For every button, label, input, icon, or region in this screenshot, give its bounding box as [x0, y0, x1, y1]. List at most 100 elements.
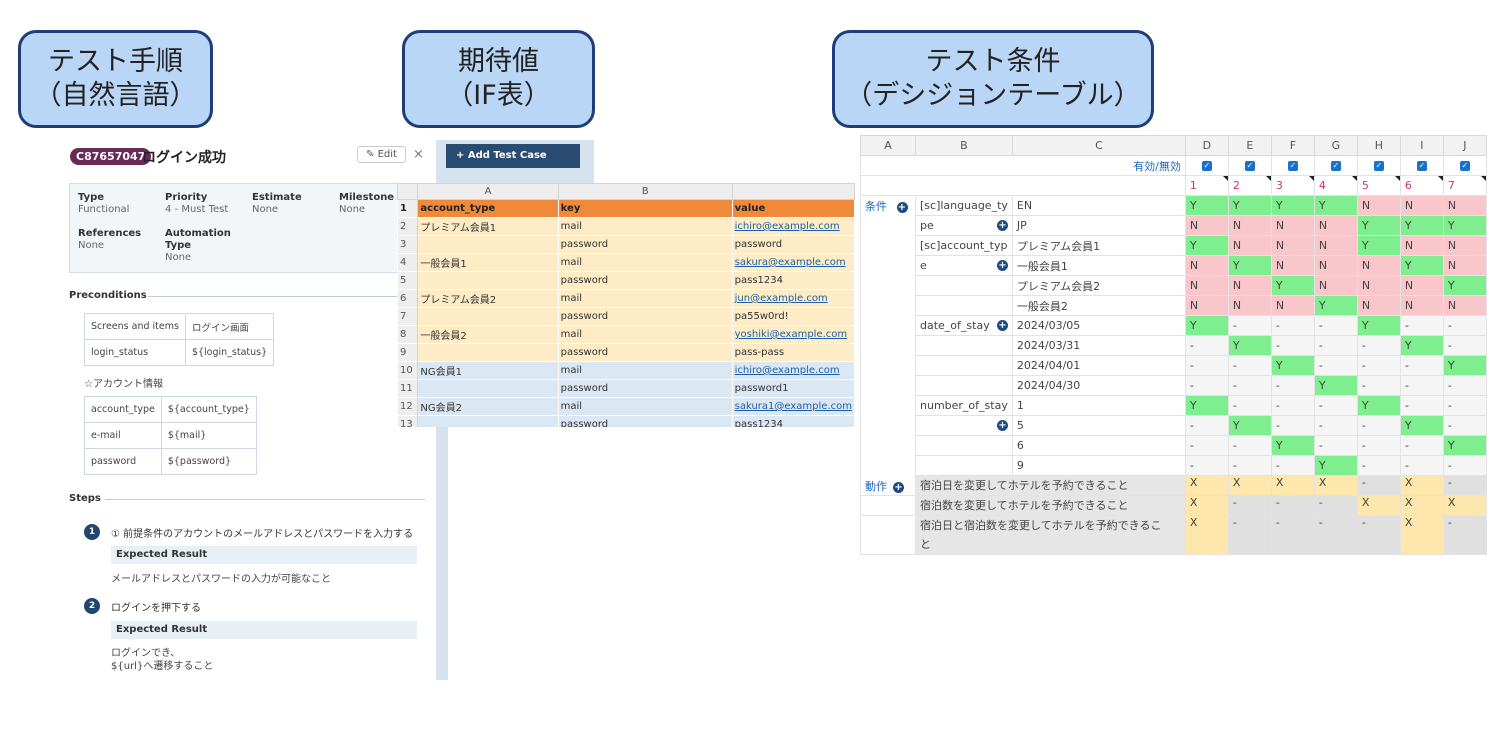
condition-name-cell[interactable]	[915, 435, 1013, 456]
decision-cell[interactable]: -	[1184, 415, 1229, 436]
action-cell[interactable]: X	[1442, 495, 1487, 516]
decision-cell[interactable]: -	[1356, 335, 1401, 356]
edit-button[interactable]: ✎ Edit	[357, 146, 406, 163]
value-cell[interactable]: pass1234	[732, 415, 855, 427]
condition-value[interactable]: プレミアム会員1	[1011, 235, 1186, 256]
decision-cell[interactable]: -	[1442, 375, 1487, 396]
case-number[interactable]: 1	[1184, 175, 1229, 196]
action-cell[interactable]: X	[1270, 475, 1315, 496]
decision-cell[interactable]: -	[1184, 435, 1229, 456]
decision-cell[interactable]: Y	[1356, 395, 1401, 416]
decision-cell[interactable]: N	[1313, 255, 1358, 276]
email-link[interactable]: sakura1@example.com	[735, 401, 852, 412]
decision-cell[interactable]: -	[1399, 455, 1444, 476]
column-header[interactable]: F	[1270, 135, 1315, 156]
column-header[interactable]: A	[860, 135, 916, 156]
key-cell[interactable]: password	[558, 307, 733, 326]
checkbox-checked-icon[interactable]: ✓	[1416, 161, 1427, 171]
column-header[interactable]: I	[1399, 135, 1444, 156]
decision-cell[interactable]: N	[1313, 215, 1358, 236]
decision-cell[interactable]: -	[1227, 455, 1272, 476]
account-type-cell[interactable]	[417, 235, 559, 254]
decision-cell[interactable]: N	[1442, 235, 1487, 256]
key-cell[interactable]: mail	[558, 397, 733, 416]
decision-cell[interactable]: N	[1442, 295, 1487, 316]
decision-cell[interactable]: Y	[1184, 195, 1229, 216]
value-cell[interactable]: pass-pass	[732, 343, 855, 362]
column-header[interactable]: H	[1356, 135, 1401, 156]
condition-name-cell[interactable]: date_of_stay +	[915, 315, 1013, 336]
condition-value[interactable]: 5	[1011, 415, 1186, 436]
decision-cell[interactable]: N	[1184, 275, 1229, 296]
decision-cell[interactable]: -	[1313, 415, 1358, 436]
email-link[interactable]: ichiro@example.com	[735, 365, 840, 376]
decision-cell[interactable]: -	[1184, 355, 1229, 376]
value-cell[interactable]: password	[732, 235, 855, 254]
case-number[interactable]: 7	[1442, 175, 1487, 196]
decision-cell[interactable]: -	[1399, 375, 1444, 396]
enable-checkbox-cell[interactable]: ✓	[1313, 155, 1358, 176]
column-header[interactable]: J	[1442, 135, 1487, 156]
key-cell[interactable]: mail	[558, 325, 733, 344]
email-link[interactable]: sakura@example.com	[735, 257, 846, 268]
decision-cell[interactable]: N	[1270, 255, 1315, 276]
condition-value[interactable]: 2024/04/30	[1011, 375, 1186, 396]
action-cell[interactable]: -	[1270, 515, 1315, 555]
decision-cell[interactable]: -	[1227, 375, 1272, 396]
account-type-cell[interactable]	[417, 271, 559, 290]
condition-name-cell[interactable]: e +	[915, 255, 1013, 276]
account-type-cell[interactable]: プレミアム会員2	[417, 289, 559, 308]
decision-cell[interactable]: Y	[1184, 395, 1229, 416]
close-icon[interactable]: ×	[413, 147, 424, 162]
decision-cell[interactable]: N	[1184, 215, 1229, 236]
value-cell[interactable]: ichiro@example.com	[732, 217, 855, 236]
decision-cell[interactable]: N	[1356, 275, 1401, 296]
corner-cell[interactable]	[397, 183, 419, 200]
action-cell[interactable]: -	[1227, 495, 1272, 516]
decision-cell[interactable]: Y	[1270, 275, 1315, 296]
decision-cell[interactable]: N	[1399, 295, 1444, 316]
decision-cell[interactable]: N	[1356, 295, 1401, 316]
add-condition-icon[interactable]: +	[896, 201, 908, 213]
condition-name-cell[interactable]: [sc]language_ty	[915, 195, 1013, 216]
column-header[interactable]: G	[1313, 135, 1358, 156]
decision-cell[interactable]: -	[1270, 315, 1315, 336]
column-header[interactable]: E	[1227, 135, 1272, 156]
condition-name-cell[interactable]: pe +	[915, 215, 1013, 236]
decision-cell[interactable]: -	[1399, 435, 1444, 456]
decision-cell[interactable]: Y	[1442, 275, 1487, 296]
case-number[interactable]: 3	[1270, 175, 1315, 196]
condition-value[interactable]: 2024/03/05	[1011, 315, 1186, 336]
decision-cell[interactable]: -	[1270, 395, 1315, 416]
decision-cell[interactable]: -	[1442, 315, 1487, 336]
decision-cell[interactable]: N	[1442, 255, 1487, 276]
account-type-cell[interactable]	[417, 379, 559, 398]
action-cell[interactable]: X	[1184, 515, 1229, 555]
checkbox-checked-icon[interactable]: ✓	[1373, 161, 1384, 171]
condition-name-cell[interactable]: number_of_stay	[915, 395, 1013, 416]
decision-cell[interactable]: -	[1313, 395, 1358, 416]
decision-cell[interactable]: Y	[1184, 315, 1229, 336]
add-test-case-button[interactable]: + Add Test Case	[446, 144, 580, 168]
account-type-cell[interactable]: プレミアム会員1	[417, 217, 559, 236]
checkbox-checked-icon[interactable]: ✓	[1330, 161, 1341, 171]
column-header[interactable]: A	[417, 183, 559, 200]
column-header[interactable]: B	[915, 135, 1013, 156]
action-cell[interactable]: X	[1227, 475, 1272, 496]
decision-cell[interactable]: N	[1313, 275, 1358, 296]
decision-cell[interactable]: -	[1313, 355, 1358, 376]
header-cell[interactable]: account_type	[417, 199, 559, 218]
decision-cell[interactable]: N	[1270, 295, 1315, 316]
decision-cell[interactable]: N	[1184, 295, 1229, 316]
decision-cell[interactable]: Y	[1399, 335, 1444, 356]
decision-cell[interactable]: Y	[1442, 355, 1487, 376]
condition-value[interactable]: 2024/03/31	[1011, 335, 1186, 356]
action-cell[interactable]: X	[1399, 515, 1444, 555]
decision-cell[interactable]: Y	[1227, 255, 1272, 276]
checkbox-checked-icon[interactable]: ✓	[1201, 161, 1212, 171]
email-link[interactable]: yoshiki@example.com	[735, 329, 848, 340]
action-text-cell[interactable]: 宿泊数を変更してホテルを予約できること	[915, 495, 1186, 516]
action-cell[interactable]: -	[1356, 475, 1401, 496]
add-action-icon[interactable]: +	[893, 481, 904, 493]
decision-cell[interactable]: N	[1399, 195, 1444, 216]
